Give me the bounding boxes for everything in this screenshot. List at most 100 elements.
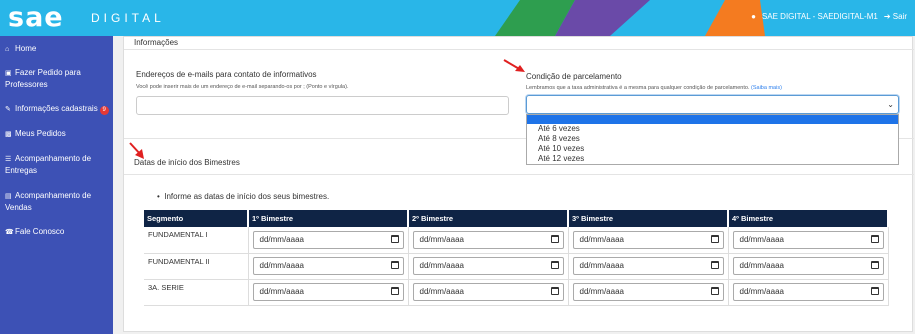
- date-input[interactable]: dd/mm/aaaa: [732, 283, 884, 301]
- user-name: SAE DIGITAL - SAEDIGITAL-M1: [761, 12, 878, 21]
- segment-cell: FUNDAMENTAL I: [144, 227, 249, 254]
- column-header: 3º Bimestre: [568, 210, 729, 227]
- calendar-icon[interactable]: [870, 287, 879, 295]
- segment-cell: FUNDAMENTAL II: [144, 253, 249, 280]
- date-placeholder: dd/mm/aaaa: [739, 287, 784, 296]
- sidebar-item-label: Home: [15, 44, 37, 53]
- calendar-icon[interactable]: [710, 261, 719, 269]
- sidebar-item-label: Fazer Pedido para Professores: [5, 68, 81, 89]
- sidebar-item-label: Meus Pedidos: [15, 129, 66, 138]
- table-row: FUNDAMENTAL I dd/mm/aaaa dd/mm/aaaa dd/m…: [144, 227, 889, 254]
- segment-cell: 3A. SERIE: [144, 279, 249, 306]
- date-placeholder: dd/mm/aaaa: [739, 234, 784, 244]
- calendar-icon[interactable]: [390, 234, 399, 243]
- date-input[interactable]: dd/mm/aaaa: [572, 257, 724, 275]
- sidebar-item-fazer-pedido[interactable]: ▣ Fazer Pedido para Professores: [5, 67, 109, 90]
- date-input[interactable]: dd/mm/aaaa: [732, 257, 884, 275]
- dates-instruction: • Informe as datas de início dos seus bi…: [157, 192, 330, 201]
- logo-subtitle: DIGITAL: [91, 11, 165, 25]
- annotation-arrow-icon: [503, 59, 525, 72]
- table-row: 3A. SERIE dd/mm/aaaa dd/mm/aaaa dd/mm/aa…: [144, 279, 889, 306]
- edit-icon: ✎: [5, 106, 11, 113]
- annotation-arrow-icon: [129, 142, 144, 159]
- sidebar-item-label: Acompanhamento de Entregas: [5, 154, 92, 175]
- sidebar-item-home[interactable]: ⌂ Home: [5, 43, 109, 55]
- bimestres-table: Segmento 1º Bimestre 2º Bimestre 3º Bime…: [144, 210, 889, 306]
- date-input[interactable]: dd/mm/aaaa: [252, 257, 404, 275]
- calendar-icon[interactable]: [870, 234, 879, 243]
- calendar-icon[interactable]: [390, 287, 399, 295]
- dropdown-option[interactable]: Até 8 vezes: [527, 134, 898, 144]
- date-placeholder: dd/mm/aaaa: [579, 234, 624, 244]
- column-header: 1º Bimestre: [248, 210, 409, 227]
- dropdown-option[interactable]: Até 6 vezes: [527, 124, 898, 134]
- section-title-informacoes: Informações: [134, 38, 179, 47]
- calendar-icon[interactable]: [710, 234, 719, 243]
- date-placeholder: dd/mm/aaaa: [419, 287, 464, 296]
- date-input[interactable]: dd/mm/aaaa: [412, 283, 564, 301]
- sidebar: ⌂ Home ▣ Fazer Pedido para Professores ✎ In…: [0, 36, 113, 334]
- divider: [124, 174, 914, 175]
- cart-icon: ▣: [5, 70, 12, 77]
- calendar-icon[interactable]: [550, 287, 559, 295]
- logout-icon: ➔: [883, 12, 891, 21]
- section-title-datas: Datas de início dos Bimestres: [134, 158, 240, 167]
- dates-instruction-text: Informe as datas de início dos seus bime…: [164, 192, 330, 201]
- sidebar-item-label: Acompanhamento de Vendas: [5, 191, 92, 212]
- email-label: Endereços de e-mails para contato de inf…: [136, 70, 317, 79]
- home-icon: ⌂: [5, 46, 10, 53]
- sidebar-item-informacoes-cadastrais[interactable]: ✎ Informações cadastrais 9: [5, 103, 109, 115]
- form-card: Informações Endereços de e-mails para co…: [123, 36, 914, 332]
- truck-icon: ▩: [5, 131, 12, 138]
- list-icon: ☰: [5, 156, 12, 163]
- logout-label: Sair: [892, 12, 907, 21]
- calendar-icon[interactable]: [550, 261, 559, 269]
- date-placeholder: dd/mm/aaaa: [259, 261, 304, 270]
- date-input[interactable]: dd/mm/aaaa: [732, 230, 884, 249]
- date-placeholder: dd/mm/aaaa: [419, 234, 464, 244]
- date-input[interactable]: dd/mm/aaaa: [412, 230, 564, 249]
- calendar-icon[interactable]: [390, 261, 399, 269]
- date-input[interactable]: dd/mm/aaaa: [572, 230, 724, 249]
- sidebar-item-label: Informações cadastrais: [15, 104, 98, 113]
- date-placeholder: dd/mm/aaaa: [259, 287, 304, 296]
- user-icon: ●: [751, 12, 756, 21]
- logo[interactable]: sae: [8, 4, 64, 31]
- calendar-icon[interactable]: [550, 234, 559, 243]
- email-hint: Você pode inserir mais de um endereço de…: [136, 84, 349, 90]
- date-placeholder: dd/mm/aaaa: [259, 234, 304, 244]
- parcel-hint: Lembramos que a taxa administrativa é a …: [526, 85, 782, 91]
- date-input[interactable]: dd/mm/aaaa: [252, 230, 404, 249]
- calendar-icon[interactable]: [710, 287, 719, 295]
- divider: [124, 49, 914, 50]
- sidebar-item-acompanhamento-entregas[interactable]: ☰ Acompanhamento de Entregas: [5, 153, 109, 176]
- saiba-mais-link[interactable]: (Saiba mais): [751, 85, 782, 91]
- date-input[interactable]: dd/mm/aaaa: [572, 283, 724, 301]
- chevron-down-icon: ⌄: [887, 100, 894, 109]
- sidebar-item-acompanhamento-vendas[interactable]: ▤ Acompanhamento de Vendas: [5, 190, 109, 213]
- table-row: FUNDAMENTAL II dd/mm/aaaa dd/mm/aaaa dd/…: [144, 253, 889, 280]
- user-area: ● SAE DIGITAL - SAEDIGITAL-M1 ➔ Sair: [751, 12, 907, 21]
- sidebar-item-meus-pedidos[interactable]: ▩ Meus Pedidos: [5, 128, 109, 140]
- parcel-select[interactable]: ⌄: [526, 95, 899, 114]
- money-icon: ▤: [5, 193, 12, 200]
- date-input[interactable]: dd/mm/aaaa: [252, 283, 404, 301]
- column-header: 4º Bimestre: [728, 210, 889, 227]
- notification-badge: 9: [99, 106, 109, 115]
- column-header: 2º Bimestre: [408, 210, 569, 227]
- date-placeholder: dd/mm/aaaa: [579, 261, 624, 270]
- date-placeholder: dd/mm/aaaa: [579, 287, 624, 296]
- calendar-icon[interactable]: [870, 261, 879, 269]
- email-input[interactable]: [136, 96, 509, 115]
- logout-link[interactable]: ➔ Sair: [884, 12, 907, 21]
- parcel-label: Condição de parcelamento: [526, 72, 622, 81]
- parcel-dropdown-list: Até 6 vezes Até 8 vezes Até 10 vezes Até…: [526, 114, 899, 165]
- dropdown-option[interactable]: [527, 115, 898, 124]
- date-placeholder: dd/mm/aaaa: [419, 261, 464, 270]
- date-input[interactable]: dd/mm/aaaa: [412, 257, 564, 275]
- date-placeholder: dd/mm/aaaa: [739, 261, 784, 270]
- dropdown-option[interactable]: Até 12 vezes: [527, 154, 898, 164]
- sidebar-item-fale-conosco[interactable]: ☎Fale Conosco: [5, 226, 109, 238]
- main-content: Informações Endereços de e-mails para co…: [113, 36, 915, 334]
- dropdown-option[interactable]: Até 10 vezes: [527, 144, 898, 154]
